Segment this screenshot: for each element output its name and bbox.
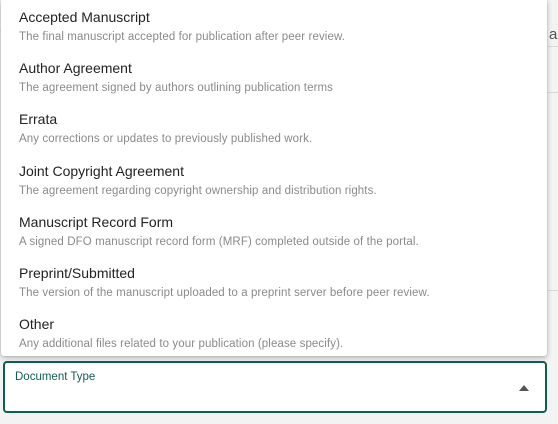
option-description: The agreement regarding copyright owners… bbox=[19, 185, 377, 197]
document-type-dropdown-menu: Accepted Manuscript The final manuscript… bbox=[1, 0, 547, 356]
background-divider bbox=[548, 46, 558, 47]
option-author-agreement[interactable]: Author Agreement The agreement signed by… bbox=[1, 51, 547, 102]
option-errata[interactable]: Errata Any corrections or updates to pre… bbox=[1, 102, 547, 153]
option-accepted-manuscript[interactable]: Accepted Manuscript The final manuscript… bbox=[1, 0, 547, 51]
option-title: Manuscript Record Form bbox=[19, 214, 174, 230]
option-title: Joint Copyright Agreement bbox=[19, 163, 184, 179]
option-description: The version of the manuscript uploaded t… bbox=[19, 287, 430, 299]
option-preprint-submitted[interactable]: Preprint/Submitted The version of the ma… bbox=[1, 256, 547, 307]
option-title: Accepted Manuscript bbox=[19, 9, 150, 25]
option-title: Other bbox=[19, 316, 55, 332]
option-title: Errata bbox=[19, 111, 58, 127]
option-description: The agreement signed by authors outlinin… bbox=[19, 82, 334, 94]
caret-up-icon[interactable] bbox=[519, 385, 529, 391]
option-description: A signed DFO manuscript record form (MRF… bbox=[19, 236, 419, 248]
option-title: Author Agreement bbox=[19, 60, 132, 76]
background-text-fragment: a bbox=[549, 26, 558, 43]
document-type-select[interactable]: Document Type bbox=[3, 361, 547, 413]
background-divider bbox=[548, 290, 558, 291]
option-joint-copyright-agreement[interactable]: Joint Copyright Agreement The agreement … bbox=[1, 154, 547, 205]
option-description: The final manuscript accepted for public… bbox=[19, 31, 346, 43]
background-divider bbox=[548, 92, 558, 93]
option-manuscript-record-form[interactable]: Manuscript Record Form A signed DFO manu… bbox=[1, 205, 547, 256]
option-other[interactable]: Other Any additional files related to yo… bbox=[1, 307, 547, 356]
option-description: Any additional files related to your pub… bbox=[19, 338, 344, 350]
option-title: Preprint/Submitted bbox=[19, 265, 135, 281]
document-type-label: Document Type bbox=[15, 371, 96, 383]
option-description: Any corrections or updates to previously… bbox=[19, 133, 313, 145]
